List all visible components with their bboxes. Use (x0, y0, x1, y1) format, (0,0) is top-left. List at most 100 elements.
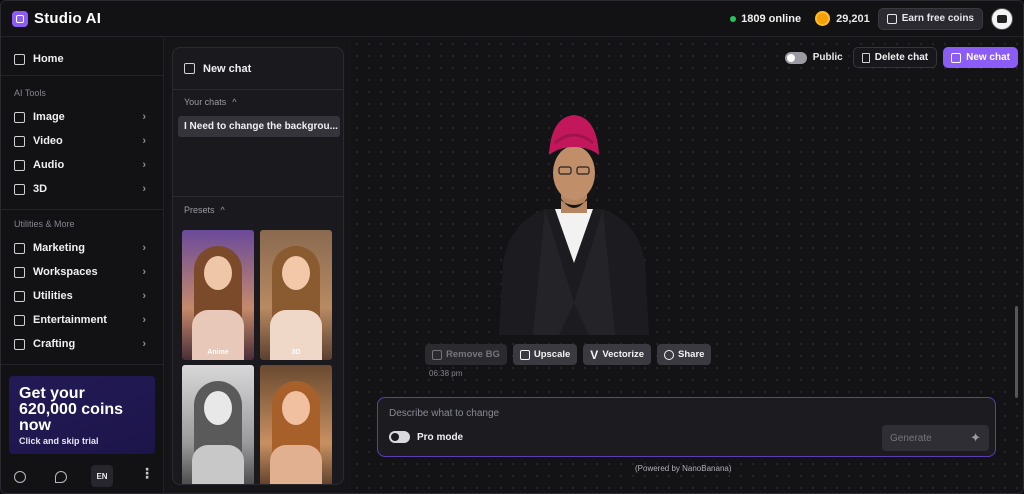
powered-by-text: (Powered by NanoBanana) (635, 464, 732, 473)
sparkle-icon: ✦ (970, 430, 981, 445)
preset-sketch[interactable] (182, 365, 254, 484)
image-actions: Remove BG Upscale V Vectorize Share (425, 344, 712, 365)
preset-body (270, 445, 322, 484)
sidebar-item-image[interactable]: Image › (1, 106, 164, 128)
earn-free-coins-button[interactable]: Earn free coins (877, 7, 983, 30)
delete-chat-button[interactable]: Delete chat (852, 47, 938, 68)
sidebar-item-marketing[interactable]: Marketing › (1, 237, 164, 259)
chevron-right-icon: › (142, 290, 146, 302)
sidebar-item-crafting[interactable]: Crafting › (1, 333, 164, 355)
edit-icon (951, 52, 962, 63)
pro-mode-toggle[interactable] (389, 431, 410, 443)
new-chat-top-button[interactable]: New chat (943, 47, 1018, 68)
chat-panel: New chat Your chats ^ I Need to change t… (172, 47, 344, 485)
sidebar-item-label: Workspaces (33, 266, 98, 278)
sidebar-divider (1, 75, 164, 76)
sidebar-divider (1, 364, 164, 365)
chevron-right-icon: › (142, 314, 146, 326)
preset-painting[interactable] (260, 365, 332, 484)
chevron-right-icon: › (142, 242, 146, 254)
sidebar-item-entertainment[interactable]: Entertainment › (1, 309, 164, 331)
chevron-up-icon: ^ (232, 97, 237, 107)
audio-icon (14, 159, 25, 171)
panel-divider (173, 196, 343, 197)
pro-mode-label: Pro mode (417, 431, 464, 443)
presets-label: Presets (184, 205, 215, 215)
message-timestamp: 06:38 pm (429, 369, 463, 378)
sidebar-item-label: Marketing (33, 242, 85, 254)
remove-bg-button[interactable]: Remove BG (425, 344, 507, 365)
chevron-right-icon: › (142, 266, 146, 278)
new-chat-button[interactable]: New chat (173, 48, 343, 90)
scissors-icon (14, 338, 25, 350)
new-chat-label: New chat (203, 62, 252, 75)
upscale-button[interactable]: Upscale (512, 344, 578, 365)
coin-balance: 29,201 (815, 11, 870, 26)
chevron-right-icon: › (142, 111, 146, 123)
share-button[interactable]: Share (657, 344, 712, 365)
promo-title: Get your 620,000 coins now (19, 385, 124, 434)
chevron-right-icon: › (142, 159, 146, 171)
sidebar-item-label: Entertainment (33, 314, 107, 326)
moon-icon[interactable] (55, 471, 67, 483)
sidebar-item-label: Video (33, 135, 63, 147)
more-options-icon[interactable]: ⋮ (140, 466, 154, 480)
action-label: Upscale (533, 349, 571, 360)
sidebar-item-label: Crafting (33, 338, 76, 350)
sidebar-item-3d[interactable]: 3D › (1, 178, 164, 200)
main-canvas: Public Delete chat New chat Remove BG Up… (351, 38, 1023, 493)
trash-icon (861, 52, 870, 63)
earn-label: Earn free coins (901, 13, 974, 24)
public-label: Public (812, 52, 843, 63)
language-button[interactable]: EN (91, 465, 113, 487)
sidebar-item-home[interactable]: Home (1, 48, 164, 70)
generate-button[interactable]: Generate ✦ (882, 425, 989, 451)
edit-icon (184, 63, 195, 74)
public-toggle[interactable] (784, 51, 807, 64)
action-label: Remove BG (446, 349, 500, 360)
vector-icon: V (590, 347, 599, 362)
sidebar-item-workspaces[interactable]: Workspaces › (1, 261, 164, 283)
preset-face (282, 391, 310, 425)
app-logo[interactable]: Studio AI (12, 10, 101, 27)
scrollbar[interactable] (1015, 306, 1018, 398)
section-utilities: Utilities & More (14, 219, 75, 229)
link-icon (664, 349, 675, 360)
film-icon (14, 314, 25, 326)
pro-mode-row: Pro mode (389, 431, 463, 443)
user-avatar[interactable] (991, 7, 1013, 30)
chevron-up-icon: ^ (220, 205, 225, 215)
prompt-box: Describe what to change Pro mode Generat… (377, 397, 996, 457)
preset-face (282, 256, 310, 290)
chevron-right-icon: › (142, 135, 146, 147)
megaphone-icon (14, 242, 25, 254)
sidebar-item-label: 3D (33, 183, 48, 195)
sidebar-item-utilities[interactable]: Utilities › (1, 285, 164, 307)
sidebar-item-video[interactable]: Video › (1, 130, 164, 152)
chat-list-item[interactable]: I Need to change the backgrou... (178, 116, 340, 137)
prompt-input[interactable]: Describe what to change (389, 408, 499, 419)
generated-image[interactable] (493, 113, 655, 335)
grid-icon (14, 266, 25, 278)
promo-banner[interactable]: Get your 620,000 coins now Click and ski… (9, 376, 155, 454)
studio-logo-icon (12, 10, 28, 27)
chevron-right-icon: › (142, 183, 146, 195)
preset-face (204, 256, 232, 290)
sidebar-item-audio[interactable]: Audio › (1, 154, 164, 176)
coin-icon (815, 11, 831, 26)
vectorize-button[interactable]: V Vectorize (583, 344, 652, 365)
your-chats-header[interactable]: Your chats ^ (184, 97, 236, 107)
image-icon (14, 111, 25, 123)
preset-anime[interactable]: Anime (182, 230, 254, 360)
chevron-right-icon: › (142, 338, 146, 350)
online-count: 1809 online (741, 12, 802, 25)
sidebar-divider (1, 209, 164, 210)
users-icon[interactable] (14, 471, 26, 483)
canvas-toolbar: Public Delete chat New chat (784, 47, 1018, 68)
preset-3d[interactable]: 3D (260, 230, 332, 360)
top-bar: Studio AI 1809 online 29,201 Earn free c… (1, 1, 1023, 37)
preset-label: 3D (291, 349, 301, 356)
cube-icon (14, 183, 25, 195)
presets-header[interactable]: Presets ^ (184, 205, 225, 215)
sidebar-item-label: Utilities (33, 290, 73, 302)
